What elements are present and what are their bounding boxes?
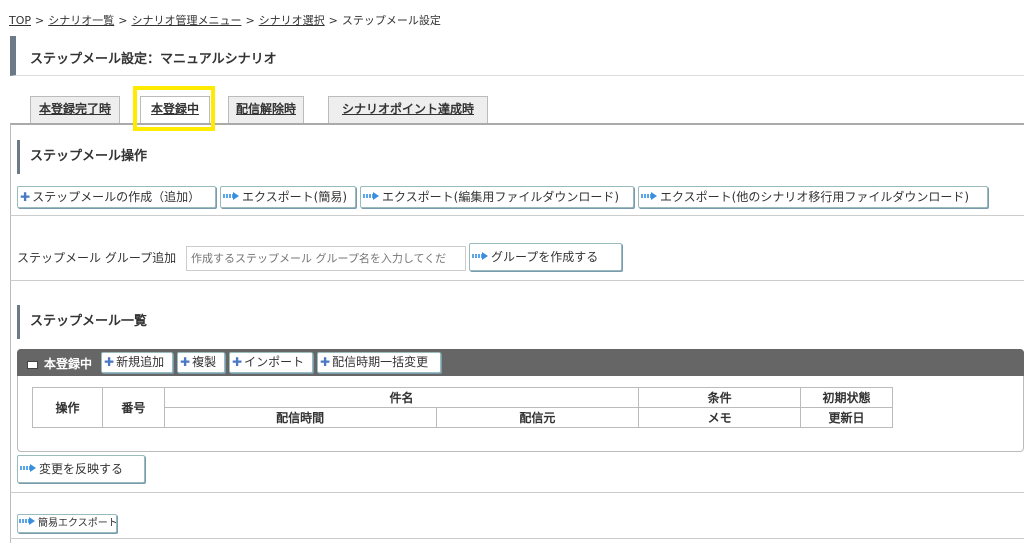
tab-unsubscribe[interactable]: 配信解除時 (228, 96, 304, 123)
breadcrumb-separator: > (118, 14, 128, 27)
breadcrumb-separator: > (35, 14, 45, 27)
breadcrumb-scenario-list[interactable]: シナリオ一覧 (48, 14, 114, 27)
button-label: グループを作成する (491, 250, 599, 264)
create-step-mail-button[interactable]: ✚ ステップメールの作成（追加） (17, 186, 216, 208)
page-header: ステップメール設定：マニュアルシナリオ (10, 36, 1024, 76)
arrow-right-icon (363, 192, 379, 200)
plus-icon: ✚ (320, 355, 331, 369)
column-header-condition: 条件 (638, 387, 802, 408)
export-simple-button[interactable]: エクスポート(簡易) (220, 186, 356, 208)
bulk-change-button[interactable]: ✚ 配信時期一括変更 (317, 352, 441, 373)
divider (10, 538, 1024, 539)
create-group-button[interactable]: グループを作成する (469, 243, 622, 271)
breadcrumb-current: ステップメール設定 (341, 14, 441, 27)
button-label: 複製 (192, 355, 217, 369)
plus-icon: ✚ (180, 355, 191, 369)
arrow-right-icon (641, 192, 657, 200)
operations-title: ステップメール操作 (17, 140, 317, 174)
arrow-right-icon (20, 464, 36, 472)
button-label: インポート (244, 355, 305, 369)
copy-button[interactable]: ✚ 複製 (177, 352, 225, 373)
group-name-input[interactable] (186, 246, 466, 271)
column-header-initial-state: 初期状態 (800, 387, 893, 408)
breadcrumb-scenario-select[interactable]: シナリオ選択 (259, 14, 325, 27)
button-label: 簡易エクスポート (38, 518, 118, 529)
group-add-label: ステップメール グループ追加 (17, 251, 177, 265)
export-migrate-button[interactable]: エクスポート(他のシナリオ移行用ファイルダウンロード) (638, 186, 988, 208)
tab-registration-complete[interactable]: 本登録完了時 (30, 96, 120, 123)
button-label: エクスポート(他のシナリオ移行用ファイルダウンロード) (660, 190, 970, 204)
column-header-memo: メモ (638, 407, 802, 428)
group-name: 本登録中 (44, 357, 93, 371)
button-label: エクスポート(編集用ファイルダウンロード) (382, 190, 620, 204)
column-header-number: 番号 (101, 387, 165, 428)
column-header-operation: 操作 (32, 387, 103, 428)
panel-border (10, 124, 11, 543)
button-label: 配信時期一括変更 (332, 355, 429, 369)
button-label: 変更を反映する (39, 462, 124, 476)
divider (10, 492, 1024, 493)
arrow-right-icon (223, 192, 239, 200)
divider (10, 280, 1024, 281)
tab-scenario-point[interactable]: シナリオポイント達成時 (328, 96, 488, 123)
breadcrumb-separator: > (328, 14, 338, 27)
button-label: ステップメールの作成（追加） (32, 190, 201, 204)
apply-changes-button[interactable]: 変更を反映する (17, 455, 145, 483)
column-header-updated: 更新日 (800, 407, 893, 428)
tab-label: シナリオポイント達成時 (341, 102, 474, 116)
arrow-right-icon (472, 252, 488, 260)
tab-label: 配信解除時 (235, 102, 296, 116)
export-edit-button[interactable]: エクスポート(編集用ファイルダウンロード) (360, 186, 634, 208)
new-add-button[interactable]: ✚ 新規追加 (101, 352, 173, 373)
plus-icon: ✚ (104, 355, 115, 369)
breadcrumb-separator: > (245, 14, 255, 27)
simple-export-button[interactable]: 簡易エクスポート (17, 514, 118, 533)
list-title: ステップメール一覧 (17, 305, 317, 339)
tab-label: 本登録完了時 (38, 102, 111, 116)
column-header-delivery-time: 配信時間 (163, 407, 437, 428)
plus-icon: ✚ (232, 355, 243, 369)
button-label: エクスポート(簡易) (242, 190, 348, 204)
column-header-subject: 件名 (163, 387, 640, 408)
page-title: ステップメール設定：マニュアルシナリオ (30, 52, 277, 67)
button-label: 新規追加 (116, 355, 165, 369)
breadcrumb-scenario-menu[interactable]: シナリオ管理メニュー (131, 14, 241, 27)
arrow-right-icon (19, 517, 35, 525)
highlight-box (133, 86, 215, 131)
breadcrumb: TOP > シナリオ一覧 > シナリオ管理メニュー > シナリオ選択 > ステップメール設定 (9, 12, 441, 28)
mail-icon (27, 360, 38, 369)
plus-icon: ✚ (20, 190, 31, 204)
step-mail-table: 操作 番号 件名 条件 初期状態 配信時間 配信元 メモ 更新日 (32, 387, 893, 428)
column-header-sender: 配信元 (435, 407, 640, 428)
import-button[interactable]: ✚ インポート (229, 352, 313, 373)
breadcrumb-top[interactable]: TOP (9, 14, 31, 27)
divider (10, 215, 1024, 216)
